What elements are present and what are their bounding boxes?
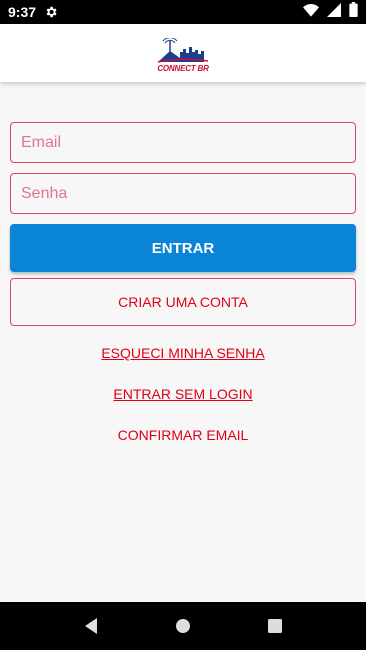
entrar-sem-login-label: ENTRAR SEM LOGIN [113,386,253,402]
confirmar-email-link[interactable]: CONFIRMAR EMAIL [0,427,366,443]
confirmar-email-label: CONFIRMAR EMAIL [117,427,249,443]
entrar-button[interactable]: ENTRAR [10,224,356,272]
entrar-sem-login-link[interactable]: ENTRAR SEM LOGIN [0,386,366,402]
logo-graphic [157,38,209,63]
status-bar: 9:37 [0,0,366,24]
cellular-signal-icon [327,2,341,22]
status-time: 9:37 [8,4,37,20]
app-header: CONNECT BR [0,24,366,82]
logo-text: CONNECT BR [157,64,209,73]
back-icon[interactable] [80,615,102,637]
email-input[interactable] [10,122,356,163]
connect-br-logo: CONNECT BR [155,33,211,73]
wifi-icon [303,3,319,22]
criar-conta-button[interactable]: CRIAR UMA CONTA [10,278,356,326]
senha-input[interactable] [10,173,356,214]
recents-icon[interactable] [264,615,286,637]
battery-icon [349,2,358,22]
esqueci-senha-link[interactable]: ESQUECI MINHA SENHA [0,345,366,361]
status-icons [303,2,358,22]
settings-gear-icon [44,5,58,19]
esqueci-senha-label: ESQUECI MINHA SENHA [101,345,265,361]
navigation-bar [0,602,366,650]
home-icon[interactable] [172,615,194,637]
